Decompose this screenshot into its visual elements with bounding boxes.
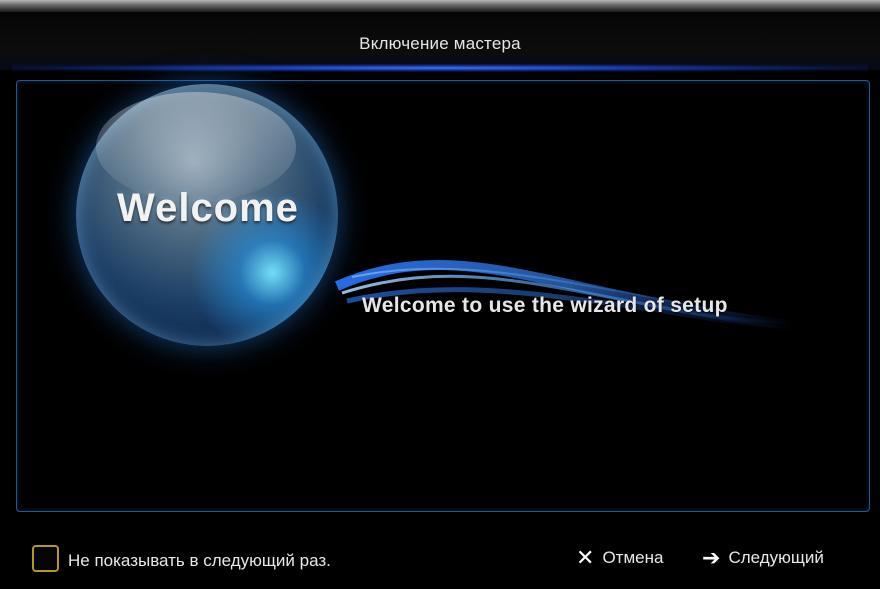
orb-welcome-label: Welcome xyxy=(117,186,299,230)
window-title: Включение мастера xyxy=(359,34,521,53)
cancel-button[interactable]: ✕ Отмена xyxy=(572,538,692,578)
top-bezel xyxy=(0,0,880,12)
dont-show-again-label[interactable]: Не показывать в следующий раз. xyxy=(68,551,331,571)
title-glow-line xyxy=(12,64,868,72)
next-button[interactable]: ➔ Следующий xyxy=(700,538,860,578)
welcome-message: Welcome to use the wizard of setup xyxy=(362,294,728,317)
dont-show-again-checkbox[interactable] xyxy=(32,545,59,572)
cancel-button-label: Отмена xyxy=(602,548,664,567)
next-button-label: Следующий xyxy=(728,548,824,567)
wizard-window: Включение мастера Welcome Welcome to use… xyxy=(0,0,880,589)
close-icon: ✕ xyxy=(576,545,595,571)
arrow-right-icon: ➔ xyxy=(702,545,721,571)
